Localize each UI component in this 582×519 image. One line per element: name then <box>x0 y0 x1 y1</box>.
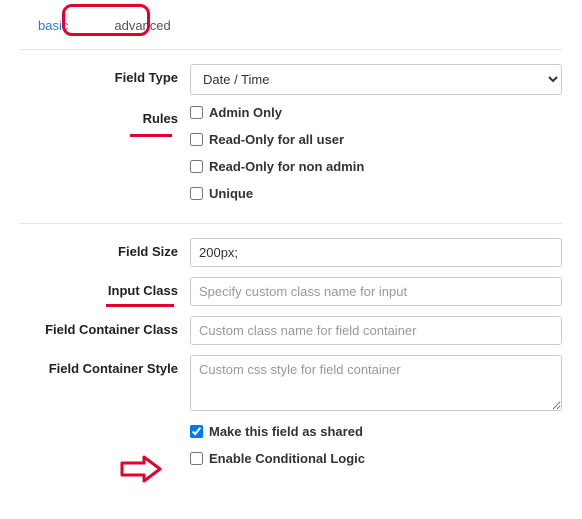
divider <box>20 49 562 50</box>
label-field-type: Field Type <box>20 64 190 85</box>
label-field-size: Field Size <box>20 238 190 259</box>
checkbox-unique[interactable] <box>190 187 203 200</box>
tab-advanced[interactable]: advanced <box>100 12 184 41</box>
field-size-input[interactable] <box>190 238 562 267</box>
rule-readonly-all: Read-Only for all user <box>209 132 344 147</box>
rule-admin-only: Admin Only <box>209 105 282 120</box>
checkbox-admin-only[interactable] <box>190 106 203 119</box>
container-style-textarea[interactable] <box>190 355 562 411</box>
divider <box>20 223 562 224</box>
label-container-class: Field Container Class <box>20 316 190 337</box>
label-container-style: Field Container Style <box>20 355 190 376</box>
rule-unique: Unique <box>209 186 253 201</box>
tabs: basic advanced <box>20 12 562 41</box>
checkbox-readonly-nonadmin[interactable] <box>190 160 203 173</box>
rule-readonly-nonadmin: Read-Only for non admin <box>209 159 364 174</box>
shared-label: Make this field as shared <box>209 424 363 439</box>
field-type-select[interactable]: Date / Time <box>190 64 562 95</box>
label-input-class: Input Class <box>20 277 190 298</box>
input-class-input[interactable] <box>190 277 562 306</box>
checkbox-shared[interactable] <box>190 425 203 438</box>
label-rules: Rules <box>20 105 190 126</box>
checkbox-readonly-all[interactable] <box>190 133 203 146</box>
container-class-input[interactable] <box>190 316 562 345</box>
tab-basic[interactable]: basic <box>24 12 82 41</box>
conditional-label: Enable Conditional Logic <box>209 451 365 466</box>
checkbox-conditional-logic[interactable] <box>190 452 203 465</box>
